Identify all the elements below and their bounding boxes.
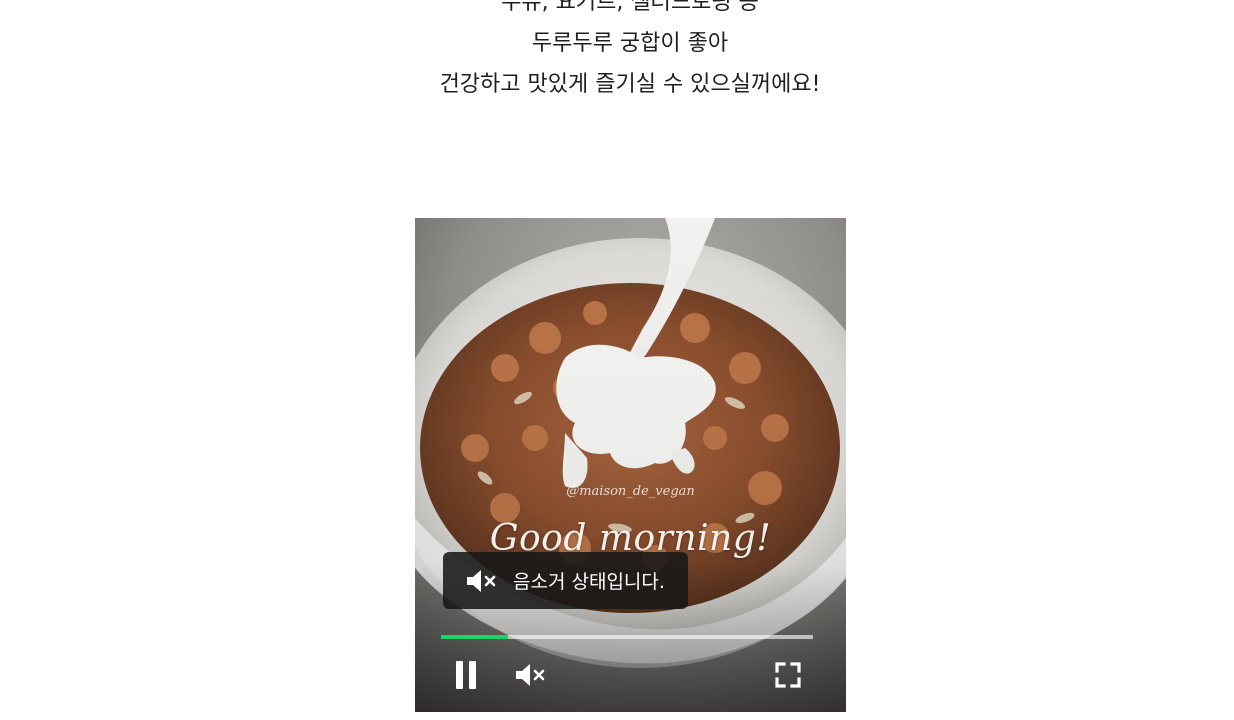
mute-toast-text: 음소거 상태입니다. bbox=[513, 571, 665, 593]
article-text: 두유, 요거트, 샐러드토핑 등 두루두루 궁합이 좋아 건강하고 맛있게 즐기… bbox=[0, 0, 1234, 105]
progress-fill bbox=[441, 635, 508, 639]
fullscreen-button[interactable] bbox=[771, 658, 805, 692]
muted-speaker-icon bbox=[516, 664, 545, 686]
pause-icon bbox=[456, 661, 476, 689]
article-line-2: 두루두루 궁합이 좋아 bbox=[531, 31, 729, 56]
fullscreen-icon bbox=[775, 662, 801, 688]
pause-button[interactable] bbox=[449, 658, 483, 692]
mute-toast: 음소거 상태입니다. bbox=[443, 552, 688, 609]
page: 두유, 요거트, 샐러드토핑 등 두루두루 궁합이 좋아 건강하고 맛있게 즐기… bbox=[0, 0, 1234, 720]
muted-speaker-icon bbox=[467, 569, 496, 592]
mute-button[interactable] bbox=[511, 658, 551, 692]
video-player[interactable]: @maison_de_vegan Good morning! 음소거 상태입니다… bbox=[415, 218, 846, 712]
video-watermark: @maison_de_vegan bbox=[566, 484, 695, 499]
article-line-1: 두유, 요거트, 샐러드토핑 등 bbox=[501, 0, 759, 15]
article-line-3: 건강하고 맛있게 즐기실 수 있으실꺼에요! bbox=[439, 72, 821, 97]
progress-bar[interactable] bbox=[441, 635, 813, 639]
